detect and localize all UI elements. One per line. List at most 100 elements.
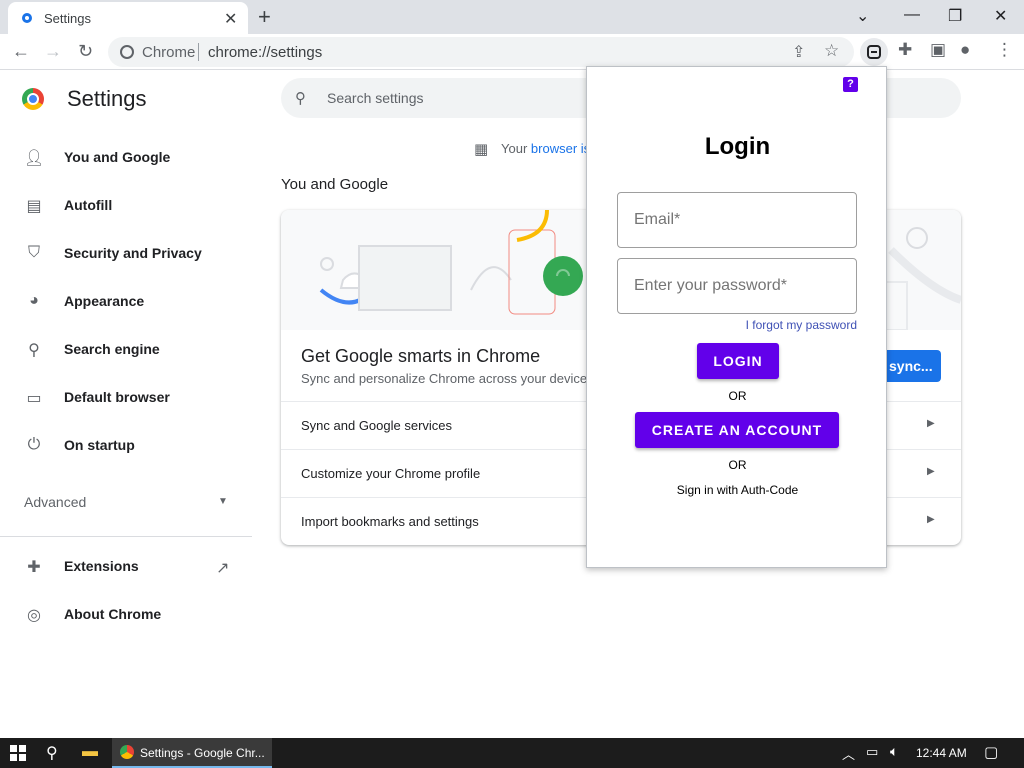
sidebar-item-you-and-google[interactable]: 👤︎ You and Google [0,138,250,178]
forward-icon[interactable]: → [44,41,62,62]
page-title: Settings [67,86,147,111]
caret-down-icon[interactable]: ▼ [218,496,228,507]
sidebar-item-label: You and Google [64,149,171,165]
auth-code-link[interactable]: Sign in with Auth-Code [587,483,888,497]
taskbar-chrome-item[interactable]: Settings - Google Chr... [112,738,272,768]
open-in-new-icon[interactable]: ↗ [216,558,229,578]
profile-avatar-icon[interactable]: ● [960,40,970,60]
row-label: Sync and Google services [301,418,453,433]
browser-icon: ▭ [26,390,42,407]
extension-active-button[interactable] [860,38,888,66]
sidebar-item-label: About Chrome [64,606,162,622]
building-icon: ▦ [474,141,489,158]
taskbar: ⚲ ▬ Settings - Google Chr... ︿ ▭ 🔈︎ 12:4… [0,738,1024,768]
sidebar-item-label: Security and Privacy [64,245,202,261]
password-field[interactable] [619,260,855,312]
sidebar-item-about-chrome[interactable]: ◎ About Chrome [0,595,250,635]
email-field[interactable] [619,194,855,246]
login-popup: ? Login I forgot my password LOGIN OR CR… [586,66,887,568]
managed-text: Your [501,141,528,156]
notification-icon[interactable]: ▢ [984,743,998,761]
row-label: Import bookmarks and settings [301,514,479,529]
card-subheading: Sync and personalize Chrome across your … [301,371,594,386]
login-button[interactable]: LOGIN [697,343,779,379]
file-explorer-icon[interactable]: ▬ [82,743,98,761]
card-heading: Get Google smarts in Chrome [301,346,541,366]
forgot-password-link[interactable]: I forgot my password [617,318,857,332]
managed-notice: Your browser is [501,141,590,156]
search-icon[interactable]: ⚲ [46,743,58,763]
puzzle-icon: ✚ [27,559,41,576]
menu-kebab-icon[interactable]: ⋮ [996,40,1013,60]
sidebar-item-label: Autofill [64,197,113,213]
sidebar-item-appearance[interactable]: ◕ Appearance [0,282,250,322]
row-label: Customize your Chrome profile [301,466,481,481]
search-icon: ⚲ [28,342,40,359]
sidebar-item-default-browser[interactable]: ▭ Default browser [0,378,250,418]
sidebar-advanced[interactable]: Advanced [24,494,86,510]
sidebar-item-security[interactable]: ⛉ Security and Privacy [0,234,250,274]
sidebar-item-autofill[interactable]: ▤ Autofill [0,186,250,226]
omnibox-separator [198,43,199,61]
search-icon: ⚲ [295,90,306,107]
volume-icon[interactable]: 🔈︎ [890,743,898,760]
search-input[interactable]: Search settings [327,90,424,106]
help-icon[interactable]: ? [843,77,858,92]
tab-strip: Settings ✕ + ⌄ — ❐ ✕ [0,0,1024,34]
taskbar-item-label: Settings - Google Chr... [140,746,265,760]
power-icon: ⏻ [27,436,41,453]
side-panel-icon[interactable]: ▣ [930,40,946,60]
sidebar-item-label: On startup [64,437,135,453]
extensions-puzzle-icon[interactable]: ✚ [898,40,912,60]
or-separator: OR [728,389,747,403]
sidebar-item-extensions[interactable]: ✚ Extensions [0,547,250,587]
tab-settings[interactable]: Settings ✕ [8,2,248,34]
tab-close-icon[interactable]: ✕ [224,9,237,29]
close-icon[interactable]: ✕ [994,6,1007,26]
login-title: Login [704,133,771,160]
chrome-icon: ◎ [27,607,41,624]
arrow-right-icon: ▶ [927,418,935,429]
or-separator: OR [728,458,747,472]
email-field-box [617,192,857,248]
sidebar-item-label: Appearance [64,293,145,309]
create-account-button[interactable]: CREATE AN ACCOUNT [635,412,839,448]
shield-icon: ⛉ [27,244,40,261]
address-bar[interactable]: Chrome chrome://settings ⇪ ☆ [108,37,854,67]
arrow-right-icon: ▶ [927,514,935,525]
network-icon[interactable]: ▭ [866,744,878,760]
login-extension-icon [867,45,881,59]
taskbar-clock[interactable]: 12:44 AM [916,746,967,760]
windows-start-icon[interactable] [10,745,26,761]
reload-icon[interactable]: ↻ [78,41,93,62]
chrome-logo [22,88,44,110]
chevron-down-icon[interactable]: ⌄ [856,6,869,26]
person-icon: 👤︎ [24,150,45,167]
sidebar-item-label: Search engine [64,341,160,357]
chevron-up-icon[interactable]: ︿ [842,744,855,763]
gear-icon [22,13,32,23]
clipboard-icon: ▤ [26,198,42,215]
chrome-site-icon [120,45,134,59]
sidebar-item-label: Default browser [64,389,170,405]
new-tab-button[interactable]: + [258,4,271,30]
share-icon[interactable]: ⇪ [792,42,805,62]
password-field-box [617,258,857,314]
sidebar-item-on-startup[interactable]: ⏻ On startup [0,426,250,466]
url-text[interactable]: chrome://settings [208,44,322,61]
back-icon[interactable]: ← [12,41,30,62]
palette-icon: ◕ [29,292,39,309]
managed-link[interactable]: browser is [531,141,590,156]
sidebar-item-label: Extensions [64,558,139,574]
bookmark-star-icon[interactable]: ☆ [824,41,839,61]
minimize-icon[interactable]: — [904,6,920,24]
section-title: You and Google [281,176,389,193]
sidebar-divider [0,536,252,537]
sidebar-item-search-engine[interactable]: ⚲ Search engine [0,330,250,370]
toolbar: ← → ↻ Chrome chrome://settings ⇪ ☆ ✚ ▣ ●… [0,34,1024,70]
chrome-icon [120,745,134,759]
site-name: Chrome [142,44,196,61]
arrow-right-icon: ▶ [927,466,935,477]
tab-title: Settings [44,11,91,26]
restore-icon[interactable]: ❐ [948,6,962,26]
